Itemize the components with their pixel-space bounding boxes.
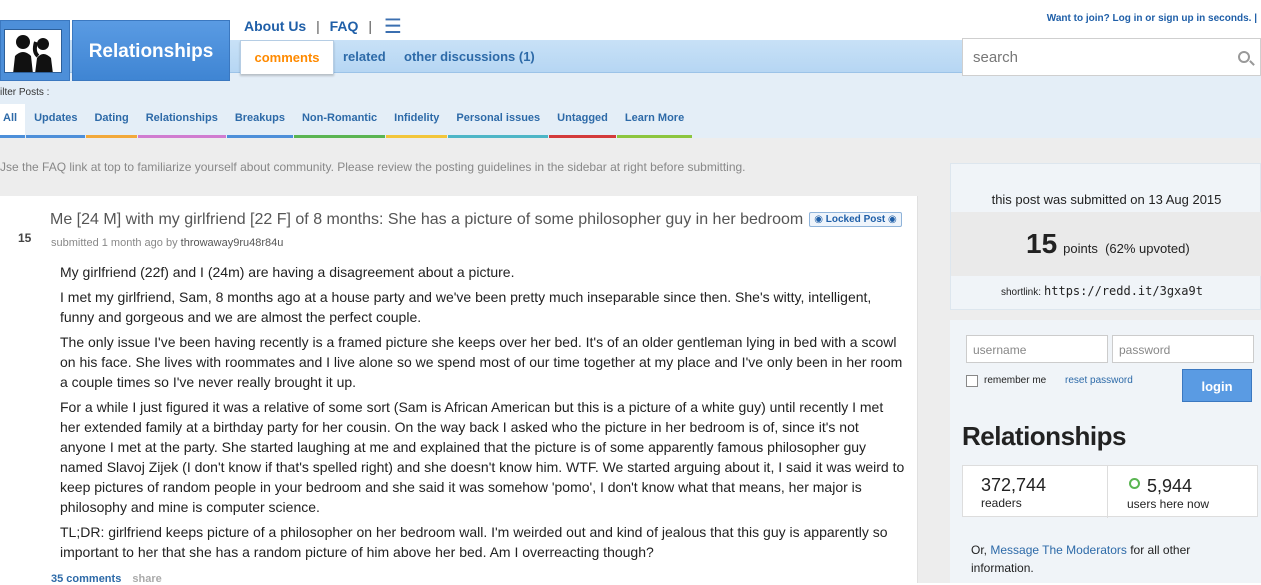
comments-link[interactable]: 35 comments xyxy=(51,573,121,585)
submit-notice: Jse the FAQ link at top to familiarize y… xyxy=(0,160,746,174)
points-label: points xyxy=(1063,241,1098,256)
post-title[interactable]: Me [24 M] with my girlfriend [22 F] of 8… xyxy=(50,211,902,229)
readers-count: 372,744 xyxy=(981,475,1047,495)
search-icon[interactable] xyxy=(1238,51,1250,63)
upvote-ratio: (62% upvoted) xyxy=(1105,241,1190,256)
readers-label: readers xyxy=(981,496,1022,510)
locked-post-flair: ◉ Locked Post ◉ xyxy=(809,212,902,227)
couple-silhouette-icon xyxy=(4,29,62,73)
post-title-text[interactable]: Me [24 M] with my girlfriend [22 F] of 8… xyxy=(50,211,803,228)
submitted-date: this post was submitted on 13 Aug 2015 xyxy=(991,192,1222,207)
online-indicator-icon xyxy=(1129,478,1140,489)
author-link[interactable]: throwaway9ru48r84u xyxy=(181,237,284,249)
points-value: 15 xyxy=(1026,228,1058,259)
join-prompt[interactable]: Want to join? Log in or sign up in secon… xyxy=(1047,13,1257,24)
shortlink-label: shortlink: xyxy=(1001,287,1042,298)
subreddit-title[interactable]: Relationships xyxy=(72,20,230,81)
filter-infidelity[interactable]: Infidelity xyxy=(386,104,448,138)
points-display: 15 points (62% upvoted) xyxy=(1026,228,1190,260)
reset-password-link[interactable]: reset password xyxy=(1065,375,1133,386)
filter-all[interactable]: All xyxy=(0,104,26,138)
post-paragraph: My girlfriend (22f) and I (24m) are havi… xyxy=(60,264,515,280)
tab-related[interactable]: related xyxy=(343,49,386,64)
shortlink-url[interactable]: https://redd.it/3gxa9t xyxy=(1044,284,1203,298)
filter-updates[interactable]: Updates xyxy=(26,104,86,138)
filter-bar: All Updates Dating Relationships Breakups Non… xyxy=(0,104,693,138)
login-button[interactable]: login xyxy=(1182,369,1252,402)
separator: | xyxy=(316,18,320,34)
post-paragraph: The only issue I've been having recently… xyxy=(60,334,903,390)
post-info-box: this post was submitted on 13 Aug 2015 1… xyxy=(950,163,1261,310)
filter-breakups[interactable]: Breakups xyxy=(226,104,293,138)
filter-relationships[interactable]: Relationships xyxy=(137,104,226,138)
remember-checkbox[interactable] xyxy=(966,375,978,387)
post-paragraph: For a while I just figured it was a rela… xyxy=(60,399,905,515)
filter-personal-issues[interactable]: Personal issues xyxy=(448,104,549,138)
post-body: My girlfriend (22f) and I (24m) are havi… xyxy=(60,262,905,567)
online-label: users here now xyxy=(1127,497,1210,511)
post-score: 15 xyxy=(18,231,32,245)
password-input[interactable]: password xyxy=(1112,335,1254,363)
moderators-message: Or, Message The Moderators for all other… xyxy=(971,541,1231,577)
filter-non-romantic[interactable]: Non-Romantic xyxy=(293,104,386,138)
search-placeholder: search xyxy=(973,49,1019,66)
search-input[interactable]: search xyxy=(962,38,1261,76)
top-links: About Us | FAQ | xyxy=(244,18,378,34)
filter-dating[interactable]: Dating xyxy=(86,104,137,138)
flair-text: Locked Post xyxy=(825,214,886,225)
post-actions: 35 comments share xyxy=(51,573,170,585)
sidebar-subreddit-name: Relationships xyxy=(962,421,1126,451)
post-paragraph: TL;DR: girlfriend keeps picture of a phi… xyxy=(60,524,888,560)
filter-learn-more[interactable]: Learn More xyxy=(616,104,693,138)
remember-label: remember me xyxy=(984,375,1047,386)
post-paragraph: I met my girlfriend, Sam, 8 months ago a… xyxy=(60,289,872,325)
stats-divider xyxy=(1107,466,1108,518)
subreddit-logo[interactable] xyxy=(0,20,70,81)
subscriber-stats: 372,744 readers 5,944 users here now xyxy=(962,465,1258,518)
tab-comments[interactable]: comments xyxy=(240,40,334,74)
submitted-text: submitted 1 month ago by xyxy=(51,237,178,249)
filter-untagged[interactable]: Untagged xyxy=(549,104,616,138)
shortlink: shortlink: https://redd.it/3gxa9t xyxy=(1001,284,1203,298)
filter-label: ilter Posts : xyxy=(0,87,50,98)
username-input[interactable]: username xyxy=(966,335,1108,363)
faq-link[interactable]: FAQ xyxy=(330,18,359,34)
tab-other-discussions[interactable]: other discussions (1) xyxy=(404,49,535,64)
post-meta: submitted 1 month ago by throwaway9ru48r… xyxy=(51,237,283,249)
online-count: 5,944 xyxy=(1147,476,1193,496)
message-moderators-link[interactable]: Message The Moderators xyxy=(990,543,1127,557)
separator: | xyxy=(368,18,372,34)
share-link[interactable]: share xyxy=(132,573,161,585)
menu-icon[interactable]: ☰ xyxy=(384,14,402,39)
mods-prefix: Or, xyxy=(971,543,988,557)
about-link[interactable]: About Us xyxy=(244,18,306,34)
